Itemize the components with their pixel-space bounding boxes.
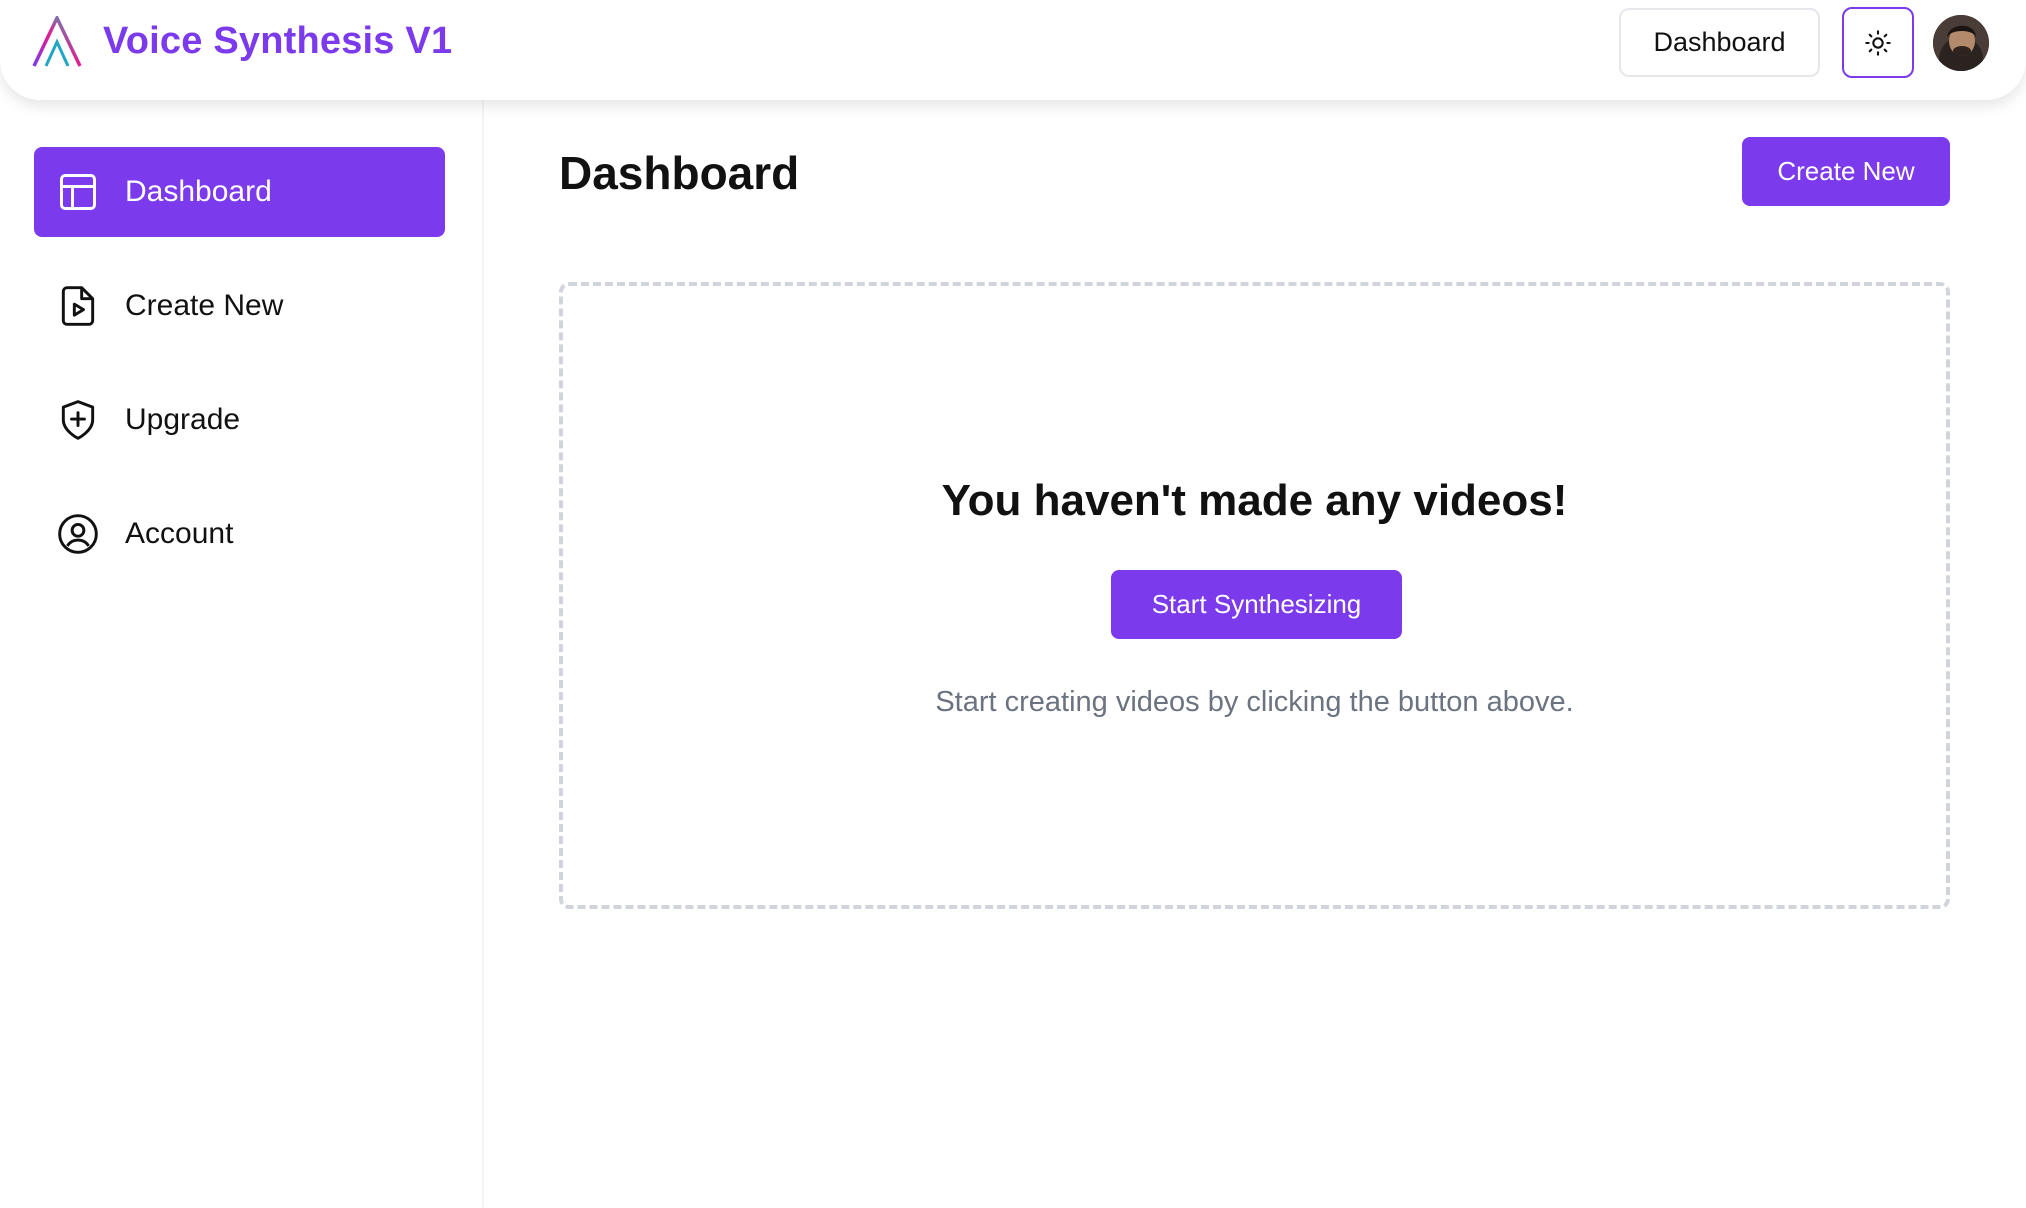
sun-icon	[1865, 29, 1891, 56]
sidebar-item-create-new[interactable]: Create New	[34, 261, 445, 351]
create-new-button[interactable]: Create New	[1742, 137, 1950, 206]
logo-icon	[32, 16, 82, 67]
app-title: Voice Synthesis V1	[103, 20, 453, 62]
sidebar-item-label: Account	[125, 517, 234, 550]
empty-state-description: Start creating videos by clicking the bu…	[935, 686, 1574, 718]
empty-state-title: You haven't made any videos!	[941, 476, 1568, 525]
sidebar-item-dashboard[interactable]: Dashboard	[34, 147, 445, 237]
theme-toggle-button[interactable]	[1842, 7, 1914, 78]
header-dashboard-button[interactable]: Dashboard	[1619, 8, 1820, 77]
page-title: Dashboard	[559, 147, 800, 199]
empty-state-box: You haven't made any videos! Start Synth…	[559, 282, 1950, 909]
sidebar: Dashboard Create New Upgrade Account	[0, 100, 484, 1208]
start-synthesizing-button[interactable]: Start Synthesizing	[1111, 570, 1402, 639]
sidebar-item-label: Upgrade	[125, 403, 241, 436]
layout-icon	[60, 174, 96, 210]
shield-plus-icon	[61, 400, 95, 440]
sidebar-item-account[interactable]: Account	[34, 489, 445, 579]
sidebar-item-label: Dashboard	[125, 175, 272, 208]
file-video-icon	[61, 286, 95, 326]
avatar-image	[1933, 15, 1989, 71]
sidebar-item-upgrade[interactable]: Upgrade	[34, 375, 445, 465]
sidebar-item-label: Create New	[125, 289, 284, 322]
user-avatar[interactable]	[1933, 15, 1989, 71]
top-header: Voice Synthesis V1 Dashboard	[0, 0, 2026, 100]
user-circle-icon	[58, 514, 98, 554]
